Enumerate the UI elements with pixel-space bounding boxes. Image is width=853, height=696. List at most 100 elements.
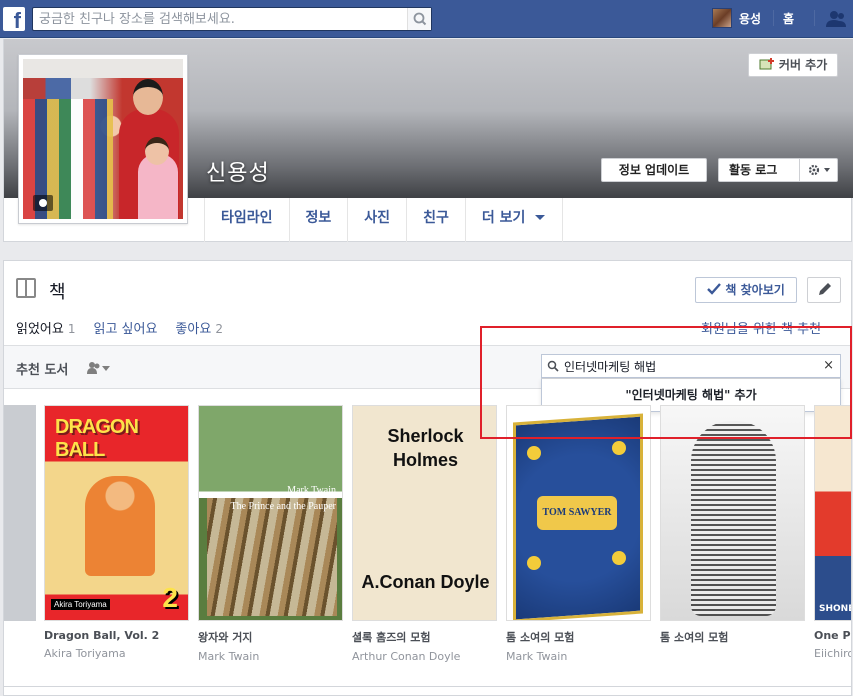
search-button[interactable] [407, 8, 431, 30]
book-item[interactable]: 톰 소여의 모험 [660, 405, 805, 650]
cover-illustration [207, 498, 337, 616]
update-info-button[interactable]: 정보 업데이트 [601, 158, 707, 182]
find-books-label: 책 찾아보기 [725, 283, 785, 297]
cover-title: The Prince and the Pauper [230, 501, 336, 512]
book-cover: Mark Twain The Prince and the Pauper [198, 405, 343, 621]
section-title: 책 [49, 282, 66, 303]
search-icon [413, 12, 427, 26]
chevron-down-icon [535, 215, 546, 220]
cover-author: A.Conan Doyle [361, 572, 490, 592]
tab-want-to-read[interactable]: 읽고 싶어요 [93, 318, 157, 337]
home-link[interactable]: 홈 [783, 10, 794, 27]
book-cover [660, 405, 805, 621]
tab-want-label: 읽고 싶어요 [93, 322, 158, 337]
photo-person-head [133, 79, 163, 115]
tab-read[interactable]: 읽었어요 1 [16, 318, 75, 337]
tab-more[interactable]: 더 보기 [466, 198, 564, 242]
camera-icon[interactable] [33, 195, 53, 211]
search-icon [547, 360, 559, 372]
cover-figure [85, 476, 155, 576]
cover-volume: 2 [162, 582, 178, 613]
settings-dropdown[interactable] [799, 159, 837, 181]
add-photo-icon [759, 58, 774, 70]
profile-shortcut[interactable]: 용성 [712, 8, 761, 28]
book-author: Eiichiro Oda [814, 647, 851, 660]
tab-read-count: 1 [67, 322, 76, 336]
tab-timeline[interactable]: 타임라인 [205, 198, 290, 242]
tab-photos[interactable]: 사진 [348, 198, 408, 242]
edit-button[interactable] [807, 277, 841, 303]
gear-icon [808, 164, 830, 176]
tab-likes[interactable]: 좋아요 2 [175, 318, 223, 337]
tab-likes-label: 좋아요 [175, 322, 212, 337]
find-books-button[interactable]: 책 찾아보기 [695, 277, 797, 303]
top-navigation-bar: f 용성 홈 [0, 0, 853, 38]
book-author: Arthur Conan Doyle [352, 650, 461, 663]
global-search [32, 7, 432, 31]
book-item[interactable]: SHONEN JUMP One Piece Eiichiro Oda [814, 405, 851, 660]
book-item[interactable]: Mark Twain The Prince and the Pauper 왕자와… [198, 405, 343, 663]
cover-text: SHONEN JUMP [819, 604, 851, 614]
book-title[interactable]: 셜록 홈즈의 모험 [352, 629, 497, 645]
cover-author: Mark Twain [287, 485, 336, 496]
activity-log-button[interactable]: 활동 로그 [718, 158, 838, 182]
book-author: Mark Twain [198, 650, 260, 663]
friends-icon [87, 362, 110, 374]
previous-book-cover[interactable] [4, 405, 36, 621]
cover-title: Sherlock Holmes [387, 426, 464, 470]
add-cover-label: 커버 추가 [778, 58, 828, 72]
book-icon [16, 278, 36, 298]
book-item[interactable]: TOM SAWYER 톰 소여의 모험 Mark Twain [506, 405, 651, 663]
activity-log-label: 활동 로그 [729, 163, 778, 177]
book-cover: DRAGON BALL Akira Toriyama 2 [44, 405, 189, 621]
pencil-icon [819, 283, 831, 295]
book-cover: SHONEN JUMP [814, 405, 851, 621]
friend-requests-button[interactable] [824, 9, 848, 29]
book-search-box: × [541, 354, 841, 378]
profile-tabs: 타임라인 정보 사진 친구 더 보기 [204, 198, 564, 242]
star-icon [527, 446, 541, 460]
recommend-link[interactable]: 회원님을 위한 책 추천 [701, 318, 821, 337]
tab-more-label: 더 보기 [481, 210, 526, 226]
book-title[interactable]: 왕자와 거지 [198, 629, 343, 645]
books-tabs: 읽었어요 1 읽고 싶어요 좋아요 2 [16, 318, 241, 337]
book-cover: TOM SAWYER [506, 405, 651, 621]
check-icon [707, 283, 722, 295]
user-name: 용성 [739, 11, 762, 26]
book-title[interactable]: One Piece [814, 629, 851, 642]
global-search-input[interactable] [39, 10, 399, 28]
books-section: 책 책 찾아보기 읽었어요 1 읽고 싶어요 좋아요 2 회원님을 위한 책 추천 … [3, 260, 852, 696]
divider [773, 10, 774, 26]
divider [814, 10, 815, 26]
avatar [712, 8, 732, 28]
add-cover-button[interactable]: 커버 추가 [748, 53, 838, 77]
book-item[interactable]: DRAGON BALL Akira Toriyama 2 Dragon Ball… [44, 405, 189, 660]
book-item[interactable]: Sherlock Holmes A.Conan Doyle 셜록 홈즈의 모험 … [352, 405, 497, 663]
profile-header: 커버 추가 신용성 정보 업데이트 활동 로그 타임라인 정보 사진 친구 더 … [3, 39, 853, 242]
book-title[interactable]: 톰 소여의 모험 [506, 629, 651, 645]
book-search-input[interactable] [564, 358, 814, 374]
close-icon[interactable]: × [823, 358, 834, 373]
friends-icon [826, 11, 846, 27]
tab-about[interactable]: 정보 [290, 198, 349, 242]
cover-title: DRAGON BALL [55, 416, 139, 461]
tab-friends[interactable]: 친구 [407, 198, 466, 242]
profile-picture[interactable] [18, 54, 188, 224]
star-icon [527, 556, 541, 570]
audience-selector[interactable] [86, 360, 114, 376]
profile-name[interactable]: 신용성 [206, 155, 270, 187]
cover-illustration [691, 421, 776, 616]
photo-child-head [145, 137, 169, 165]
book-title[interactable]: Dragon Ball, Vol. 2 [44, 629, 189, 642]
tab-likes-count: 2 [215, 322, 223, 336]
logo-text: f [13, 8, 21, 31]
book-author: Mark Twain [506, 650, 568, 663]
next-section-card [3, 686, 852, 696]
cover-author: Akira Toriyama [51, 599, 110, 610]
books-header: 책 책 찾아보기 읽었어요 1 읽고 싶어요 좋아요 2 회원님을 위한 책 추천 [4, 261, 853, 345]
book-title[interactable]: 톰 소여의 모험 [660, 629, 805, 645]
book-cover: Sherlock Holmes A.Conan Doyle [352, 405, 497, 621]
star-icon [612, 441, 626, 455]
tab-read-label: 읽었어요 [16, 322, 64, 337]
facebook-logo[interactable]: f [3, 7, 25, 31]
